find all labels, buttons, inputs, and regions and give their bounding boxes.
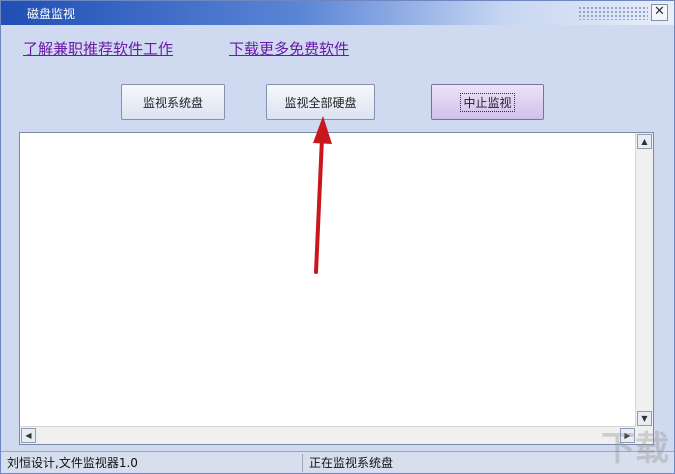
horizontal-scrollbar[interactable]: ◀ ▶ xyxy=(20,426,636,444)
monitor-system-disk-label: 监视系统盘 xyxy=(142,95,203,110)
status-app-info: 刘恒设计,文件监视器1.0 xyxy=(3,454,303,472)
annotation-arrow-icon xyxy=(313,116,332,274)
stop-monitoring-button[interactable]: 中止监视 xyxy=(431,84,544,120)
monitor-system-disk-button[interactable]: 监视系统盘 xyxy=(121,84,225,120)
title-bar[interactable]: 磁盘监视 ✕ xyxy=(1,1,674,25)
titlebar-grip-pattern xyxy=(578,6,648,20)
link-part-time-job[interactable]: 了解兼职推荐软件工作 xyxy=(23,38,173,59)
status-bar: 刘恒设计,文件监视器1.0 正在监视系统盘 xyxy=(1,451,674,473)
link-download-more-software[interactable]: 下载更多免费软件 xyxy=(229,38,349,59)
close-button[interactable]: ✕ xyxy=(651,4,668,21)
stop-monitoring-label: 中止监视 xyxy=(460,92,515,112)
vertical-scrollbar[interactable]: ▲ ▼ xyxy=(635,133,653,427)
monitor-all-disks-label: 监视全部硬盘 xyxy=(284,95,357,110)
scroll-up-icon[interactable]: ▲ xyxy=(637,134,652,149)
window-title: 磁盘监视 xyxy=(27,7,76,21)
watermark-logo: 下载 xyxy=(601,429,669,469)
scroll-left-icon[interactable]: ◀ xyxy=(21,428,36,443)
